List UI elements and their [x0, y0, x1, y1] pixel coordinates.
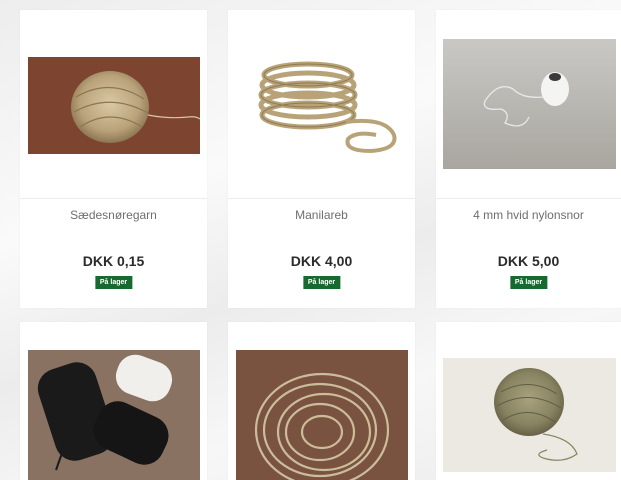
- product-image-area[interactable]: [228, 10, 415, 199]
- twine-ball-photo[interactable]: [28, 57, 200, 154]
- product-image-area[interactable]: [436, 10, 621, 199]
- black-white-rope-rolls-photo[interactable]: [28, 350, 200, 480]
- in-stock-badge: På lager: [509, 276, 548, 289]
- rope-coil-photo[interactable]: [236, 350, 408, 480]
- twine-ball-photo[interactable]: [443, 358, 616, 472]
- manila-rope-coil-photo[interactable]: [236, 47, 408, 162]
- product-name[interactable]: Manilareb: [228, 208, 415, 222]
- white-nylon-spool-photo[interactable]: [443, 39, 616, 169]
- product-card[interactable]: [20, 322, 207, 480]
- product-card[interactable]: Manilareb DKK 4,00 På lager: [228, 10, 415, 308]
- product-price: DKK 4,00: [290, 253, 353, 269]
- product-name[interactable]: Sædesnøregarn: [20, 208, 207, 222]
- product-price: DKK 0,15: [82, 253, 145, 269]
- product-price: DKK 5,00: [497, 253, 560, 269]
- product-card[interactable]: Sædesnøregarn DKK 0,15 På lager: [20, 10, 207, 308]
- in-stock-badge: På lager: [94, 276, 133, 289]
- product-card[interactable]: [228, 322, 415, 480]
- product-card[interactable]: [436, 322, 621, 480]
- in-stock-badge: På lager: [302, 276, 341, 289]
- product-card[interactable]: 4 mm hvid nylonsnor DKK 5,00 På lager: [436, 10, 621, 308]
- product-grid: Sædesnøregarn DKK 0,15 På lager Manilare…: [0, 0, 621, 480]
- product-name[interactable]: 4 mm hvid nylonsnor: [436, 208, 621, 222]
- product-image-area[interactable]: [20, 10, 207, 199]
